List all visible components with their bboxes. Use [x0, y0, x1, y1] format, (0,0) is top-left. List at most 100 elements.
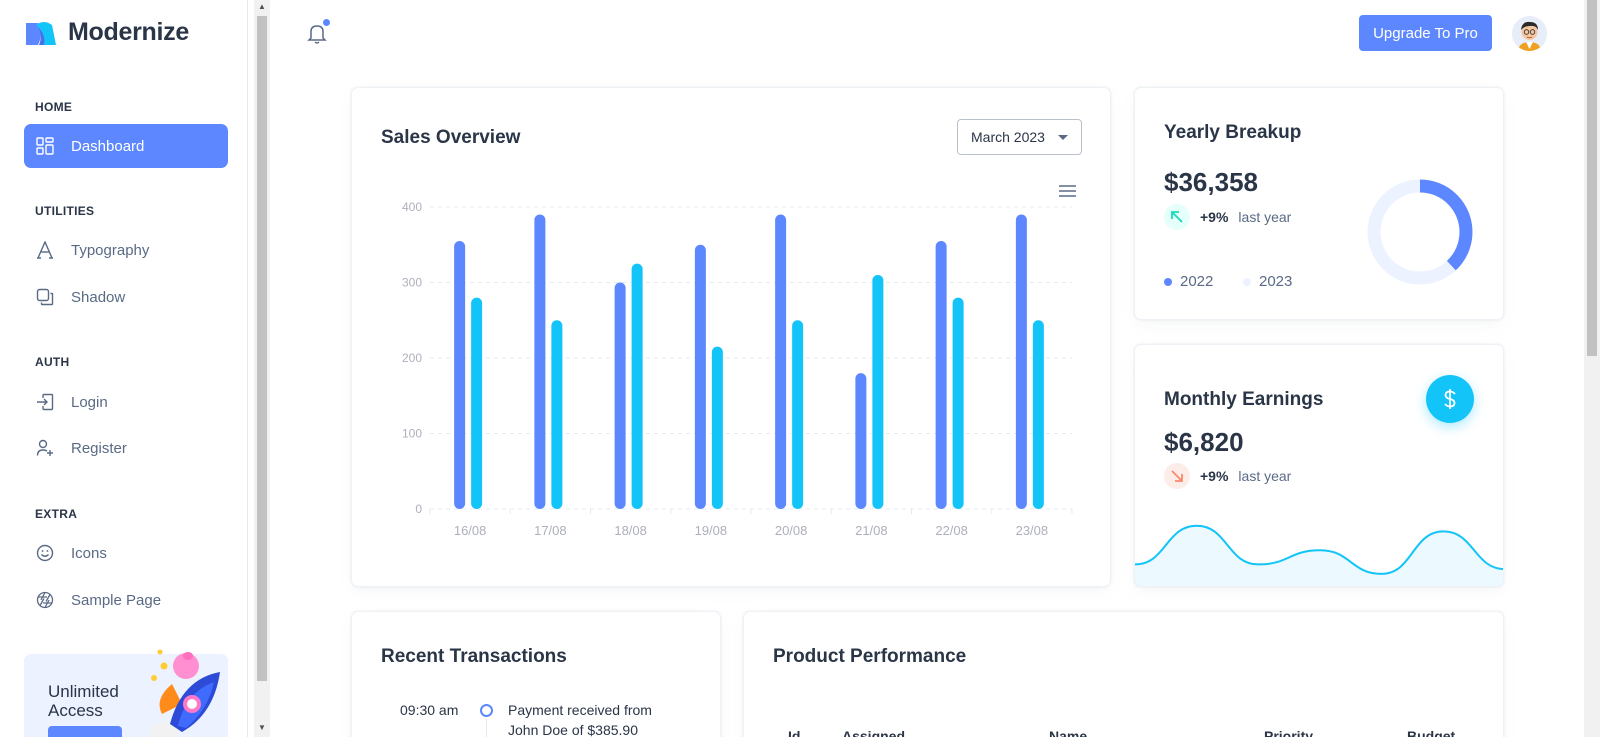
- monthly-amount: $6,820: [1164, 427, 1244, 457]
- aperture-icon: [36, 591, 54, 609]
- legend-dot: [1243, 277, 1251, 286]
- upgrade-button[interactable]: Upgrade To Pro: [1359, 15, 1492, 51]
- transaction-time: 09:30 am: [400, 702, 459, 718]
- product-performance-title: Product Performance: [773, 646, 967, 667]
- scroll-down-arrow[interactable]: ▼: [258, 723, 266, 732]
- bar[interactable]: [471, 297, 483, 509]
- yearly-breakup-title: Yearly Breakup: [1164, 122, 1302, 143]
- bar[interactable]: [1015, 214, 1027, 510]
- bar[interactable]: [1032, 320, 1044, 509]
- bar[interactable]: [935, 240, 947, 509]
- shadow-icon: [36, 288, 54, 306]
- nav-section-extra: EXTRA: [35, 507, 78, 521]
- notification-dot: [323, 19, 330, 26]
- sidebar-item-icons[interactable]: Icons: [24, 531, 228, 575]
- bar[interactable]: [775, 214, 787, 510]
- logo-icon: [26, 21, 56, 45]
- column-header-name: Name: [1049, 728, 1088, 737]
- promo-title: Unlimited Access: [48, 682, 119, 720]
- sidebar-scrollbar[interactable]: ▲ ▼: [254, 0, 270, 737]
- sidebar-item-label: Register: [71, 439, 127, 457]
- sidebar-item-label: Icons: [71, 544, 107, 562]
- column-header-priority: Priority: [1264, 728, 1314, 737]
- bar[interactable]: [631, 263, 643, 509]
- dashboard-icon: [36, 137, 54, 155]
- legend-label: 2022: [1180, 273, 1214, 290]
- earnings-sparkline: [1135, 524, 1503, 586]
- nav-section-auth: AUTH: [35, 355, 70, 369]
- x-tick-label: 21/08: [855, 523, 888, 538]
- bar[interactable]: [855, 373, 867, 509]
- sidebar-item-label: Dashboard: [71, 137, 145, 155]
- bar[interactable]: [454, 240, 466, 509]
- monthly-trend: +9% last year: [1164, 463, 1291, 489]
- avatar[interactable]: [1512, 16, 1547, 51]
- x-tick-label: 19/08: [695, 523, 728, 538]
- sidebar-item-register[interactable]: Register: [24, 426, 228, 470]
- sidebar-item-dashboard[interactable]: Dashboard: [24, 124, 228, 168]
- monthly-earnings-title: Monthly Earnings: [1164, 389, 1324, 410]
- currency-dollar-icon: [1444, 389, 1456, 409]
- sidebar-item-label: Sample Page: [71, 591, 162, 609]
- bar[interactable]: [551, 320, 563, 509]
- sidebar-item-typography[interactable]: Typography: [24, 228, 228, 272]
- login-icon: [37, 393, 54, 411]
- sales-chart: 0 100 200 300 400 16/08 17/08 18/08 19/08 20/08 21…: [402, 200, 1073, 538]
- scroll-thumb[interactable]: [257, 16, 267, 681]
- bar[interactable]: [694, 244, 706, 509]
- mood-smile-icon: [36, 544, 54, 562]
- brand-name: Modernize: [68, 18, 189, 46]
- bar[interactable]: [952, 297, 964, 509]
- x-tick-label: 20/08: [775, 523, 808, 538]
- promo-button[interactable]: [48, 726, 122, 737]
- column-header-assigned: Assigned: [842, 728, 906, 737]
- yearly-breakup-card: Yearly Breakup $36,358 +9% last year 202…: [1134, 87, 1504, 320]
- promo-card: Unlimited Access: [24, 649, 228, 737]
- monthly-change-label: last year: [1238, 468, 1292, 484]
- bar[interactable]: [534, 214, 546, 510]
- bar[interactable]: [872, 274, 884, 509]
- bar[interactable]: [792, 320, 804, 509]
- y-tick-label: 0: [415, 502, 422, 516]
- scroll-up-arrow[interactable]: ▲: [258, 2, 266, 11]
- arrow-down-right-icon: [1164, 463, 1190, 489]
- recent-transactions-title: Recent Transactions: [381, 646, 567, 667]
- legend-dot: [1164, 277, 1172, 286]
- recent-transactions-card: Recent Transactions 09:30 am Payment rec…: [351, 611, 721, 737]
- sales-overview-card: Sales Overview March 2023 0 100 200 300 400 1…: [351, 87, 1111, 587]
- scroll-thumb[interactable]: [1587, 0, 1597, 356]
- x-tick-label: 23/08: [1016, 523, 1049, 538]
- yearly-trend: +9% last year: [1164, 204, 1291, 230]
- x-tick-label: 22/08: [935, 523, 968, 538]
- monthly-change: +9%: [1200, 468, 1229, 484]
- sidebar-item-shadow[interactable]: Shadow: [24, 275, 228, 319]
- sidebar-item-label: Login: [71, 393, 108, 411]
- column-header-id: Id: [788, 728, 801, 737]
- user-avatar-image: [1512, 16, 1547, 51]
- transaction-text: Payment received from John Doe of $385.9…: [508, 702, 652, 737]
- sidebar-item-sample-page[interactable]: Sample Page: [24, 578, 228, 622]
- x-tick-label: 18/08: [614, 523, 647, 538]
- y-tick-label: 300: [402, 276, 422, 290]
- yearly-change: +9%: [1200, 209, 1229, 225]
- timeline-line: [486, 719, 487, 737]
- y-tick-label: 400: [402, 200, 422, 214]
- rocket-illustration: [150, 649, 220, 737]
- user-plus-icon: [36, 439, 53, 456]
- legend-2023: 2023: [1243, 273, 1292, 290]
- yearly-amount: $36,358: [1164, 167, 1258, 197]
- donut-chart: [1367, 179, 1473, 285]
- arrow-up-left-icon: [1164, 204, 1190, 230]
- dollar-button[interactable]: [1426, 375, 1474, 423]
- sparkline-area: [1135, 525, 1503, 586]
- y-tick-label: 100: [402, 427, 422, 441]
- page-scrollbar[interactable]: [1584, 0, 1600, 737]
- sidebar: Modernize HOME Dashboard UTILITIES Typog…: [0, 0, 248, 737]
- bar[interactable]: [614, 282, 626, 510]
- x-tick-label: 17/08: [534, 523, 567, 538]
- nav-section-home: HOME: [35, 100, 73, 114]
- bar[interactable]: [711, 346, 723, 509]
- timeline-dot: [480, 704, 493, 717]
- logo[interactable]: Modernize: [24, 18, 189, 47]
- sidebar-item-login[interactable]: Login: [24, 380, 228, 424]
